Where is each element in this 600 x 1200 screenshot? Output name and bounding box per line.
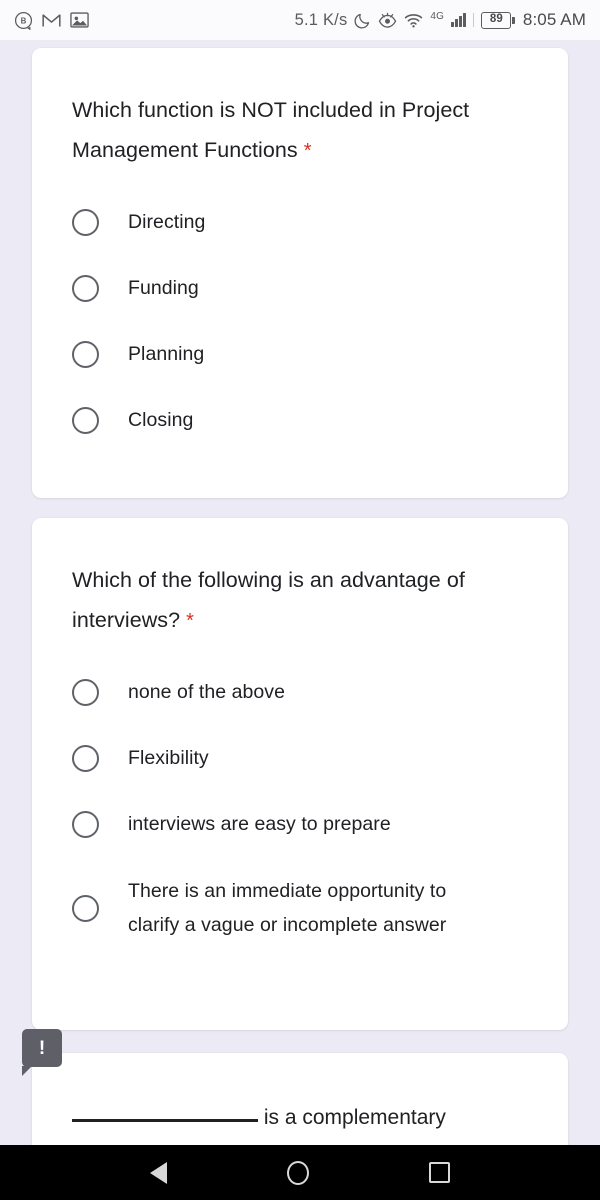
exclamation-icon[interactable]: ! xyxy=(22,1029,62,1076)
android-navigation-bar xyxy=(0,1145,600,1200)
radio-button-icon[interactable] xyxy=(72,208,99,236)
option-row[interactable]: Directing xyxy=(32,189,568,255)
status-bar: B 5.1 K/s 4G 89 8:05 AM xyxy=(0,0,600,40)
radio-button-icon[interactable] xyxy=(72,340,99,368)
form-scroll-area[interactable]: Which function is NOT included in Projec… xyxy=(0,40,600,1145)
option-row[interactable]: none of the above xyxy=(32,659,568,725)
question-title-3: is a complementary xyxy=(32,1053,568,1135)
option-label: interviews are easy to prepare xyxy=(128,813,391,835)
moon-icon xyxy=(354,13,370,28)
option-row[interactable]: There is an immediate opportunity to cla… xyxy=(32,857,568,959)
option-row[interactable]: Planning xyxy=(32,321,568,387)
option-label: Planning xyxy=(128,343,205,365)
radio-button-icon[interactable] xyxy=(72,406,99,434)
photo-icon xyxy=(70,12,89,28)
radio-button-icon[interactable] xyxy=(72,810,99,838)
signal-bars-icon xyxy=(450,13,466,27)
question-text-1: Which function is NOT included in Projec… xyxy=(72,98,470,162)
tooltip-symbol: ! xyxy=(38,1037,46,1059)
status-bar-left-icons: B xyxy=(14,11,89,30)
option-label: none of the above xyxy=(128,681,285,703)
radio-button-icon[interactable] xyxy=(72,744,99,772)
option-label: Funding xyxy=(128,277,199,299)
question-card-3: is a complementary xyxy=(32,1053,568,1145)
options-list-1: Directing Funding Planning Closing xyxy=(32,171,568,453)
option-label: Directing xyxy=(128,211,206,233)
option-row[interactable]: Closing xyxy=(32,387,568,453)
blank-underline[interactable] xyxy=(72,1104,258,1122)
radio-button-icon[interactable] xyxy=(72,678,99,706)
battery-indicator: 89 xyxy=(481,11,515,29)
eye-icon xyxy=(379,12,397,28)
home-icon[interactable] xyxy=(287,1160,309,1185)
gmail-m-icon xyxy=(42,13,61,26)
option-label: There is an immediate opportunity to cla… xyxy=(128,880,447,936)
radio-button-icon[interactable] xyxy=(72,274,99,302)
status-bar-right-cluster: 5.1 K/s 4G 89 8:05 AM xyxy=(295,10,586,30)
required-marker-1: * xyxy=(303,140,312,162)
question-card-1: Which function is NOT included in Projec… xyxy=(32,48,568,498)
option-row[interactable]: interviews are easy to prepare xyxy=(32,791,568,857)
required-marker-2: * xyxy=(186,610,194,632)
question-title-2: Which of the following is an advantage o… xyxy=(32,518,568,641)
back-icon[interactable] xyxy=(150,1161,167,1184)
option-label: Closing xyxy=(128,409,194,431)
question-text-3: is a complementary xyxy=(263,1106,446,1129)
clock-label: 8:05 AM xyxy=(522,10,586,29)
battery-cap-icon xyxy=(512,16,515,24)
options-list-2: none of the above Flexibility interviews… xyxy=(32,641,568,959)
question-title-1: Which function is NOT included in Projec… xyxy=(32,48,568,171)
option-label: Flexibility xyxy=(128,747,209,769)
option-row[interactable]: Funding xyxy=(32,255,568,321)
radio-button-icon[interactable] xyxy=(72,894,99,922)
network-generation-label: 4G xyxy=(430,10,444,22)
svg-text:B: B xyxy=(21,16,27,25)
sim-separator xyxy=(472,13,475,27)
question-card-2: Which of the following is an advantage o… xyxy=(32,518,568,1030)
question-text-2: Which of the following is an advantage o… xyxy=(72,568,465,632)
recents-icon[interactable] xyxy=(429,1162,450,1183)
option-row[interactable]: Flexibility xyxy=(32,725,568,791)
battery-level-label: 89 xyxy=(481,11,512,29)
circled-b-icon: B xyxy=(14,11,33,30)
network-speed-label: 5.1 K/s xyxy=(294,10,348,29)
wifi-icon xyxy=(405,14,423,28)
